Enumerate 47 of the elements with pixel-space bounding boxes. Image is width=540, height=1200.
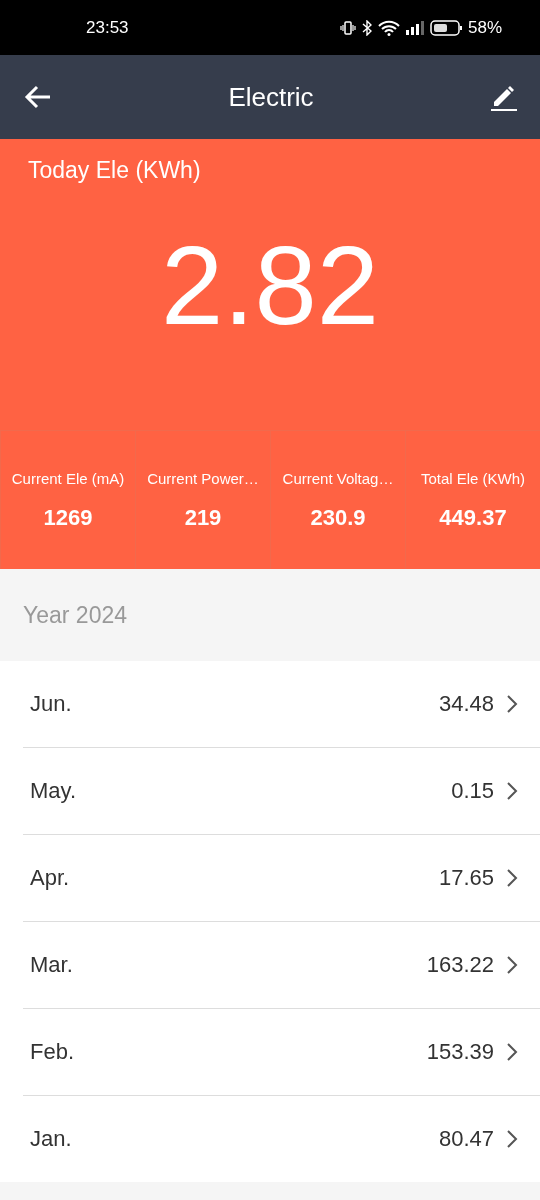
chevron-right-icon xyxy=(506,1129,518,1149)
chevron-right-icon xyxy=(506,781,518,801)
wifi-icon xyxy=(377,19,400,36)
stat-value: 1269 xyxy=(43,504,93,531)
chevron-right-icon xyxy=(506,955,518,975)
chevron-right-icon xyxy=(506,1042,518,1062)
year-label: Year 2024 xyxy=(23,601,128,629)
today-value: 2.82 xyxy=(161,223,379,348)
month-row[interactable]: May. 0.15 xyxy=(23,747,540,834)
back-button[interactable] xyxy=(24,84,52,110)
month-label: Apr. xyxy=(29,865,71,891)
vibrate-icon xyxy=(339,19,356,36)
month-value: 80.47 xyxy=(438,1126,494,1152)
chevron-right-icon xyxy=(506,868,518,888)
month-value: 163.22 xyxy=(426,952,494,978)
bluetooth-icon xyxy=(361,19,372,36)
stat-label: Current Voltag… xyxy=(282,469,394,487)
stat-value: 230.9 xyxy=(310,504,366,531)
stat-label: Current Ele (mA) xyxy=(11,469,125,487)
stat-value: 219 xyxy=(184,504,222,531)
month-label: May. xyxy=(29,778,78,804)
today-label: Today Ele (KWh) xyxy=(28,157,201,184)
month-row[interactable]: Apr. 17.65 xyxy=(23,834,540,921)
stat-value: 449.37 xyxy=(439,504,507,531)
month-value: 0.15 xyxy=(451,778,494,804)
signal-icon xyxy=(405,20,424,35)
month-label: Jun. xyxy=(29,691,73,717)
battery-percent: 58% xyxy=(467,17,502,38)
month-label: Feb. xyxy=(29,1039,76,1065)
month-label: Mar. xyxy=(29,952,74,978)
month-value: 17.65 xyxy=(438,865,494,891)
battery-icon xyxy=(429,19,462,36)
stat-label: Total Ele (KWh) xyxy=(420,469,526,487)
pencil-icon xyxy=(490,83,518,111)
chevron-right-icon xyxy=(506,694,518,714)
month-row[interactable]: Feb. 153.39 xyxy=(23,1008,540,1095)
edit-button[interactable] xyxy=(490,83,518,111)
stat-label: Current Power… xyxy=(147,469,259,487)
back-arrow-icon xyxy=(24,84,52,110)
month-label: Jan. xyxy=(29,1126,73,1152)
month-value: 34.48 xyxy=(438,691,494,717)
screen-title: Electric xyxy=(227,81,315,113)
month-value: 153.39 xyxy=(426,1039,494,1065)
month-row[interactable]: Jan. 80.47 xyxy=(23,1095,540,1182)
month-row[interactable]: Jun. 34.48 xyxy=(23,661,540,747)
status-time: 23:53 xyxy=(86,17,130,38)
month-row[interactable]: Mar. 163.22 xyxy=(23,921,540,1008)
